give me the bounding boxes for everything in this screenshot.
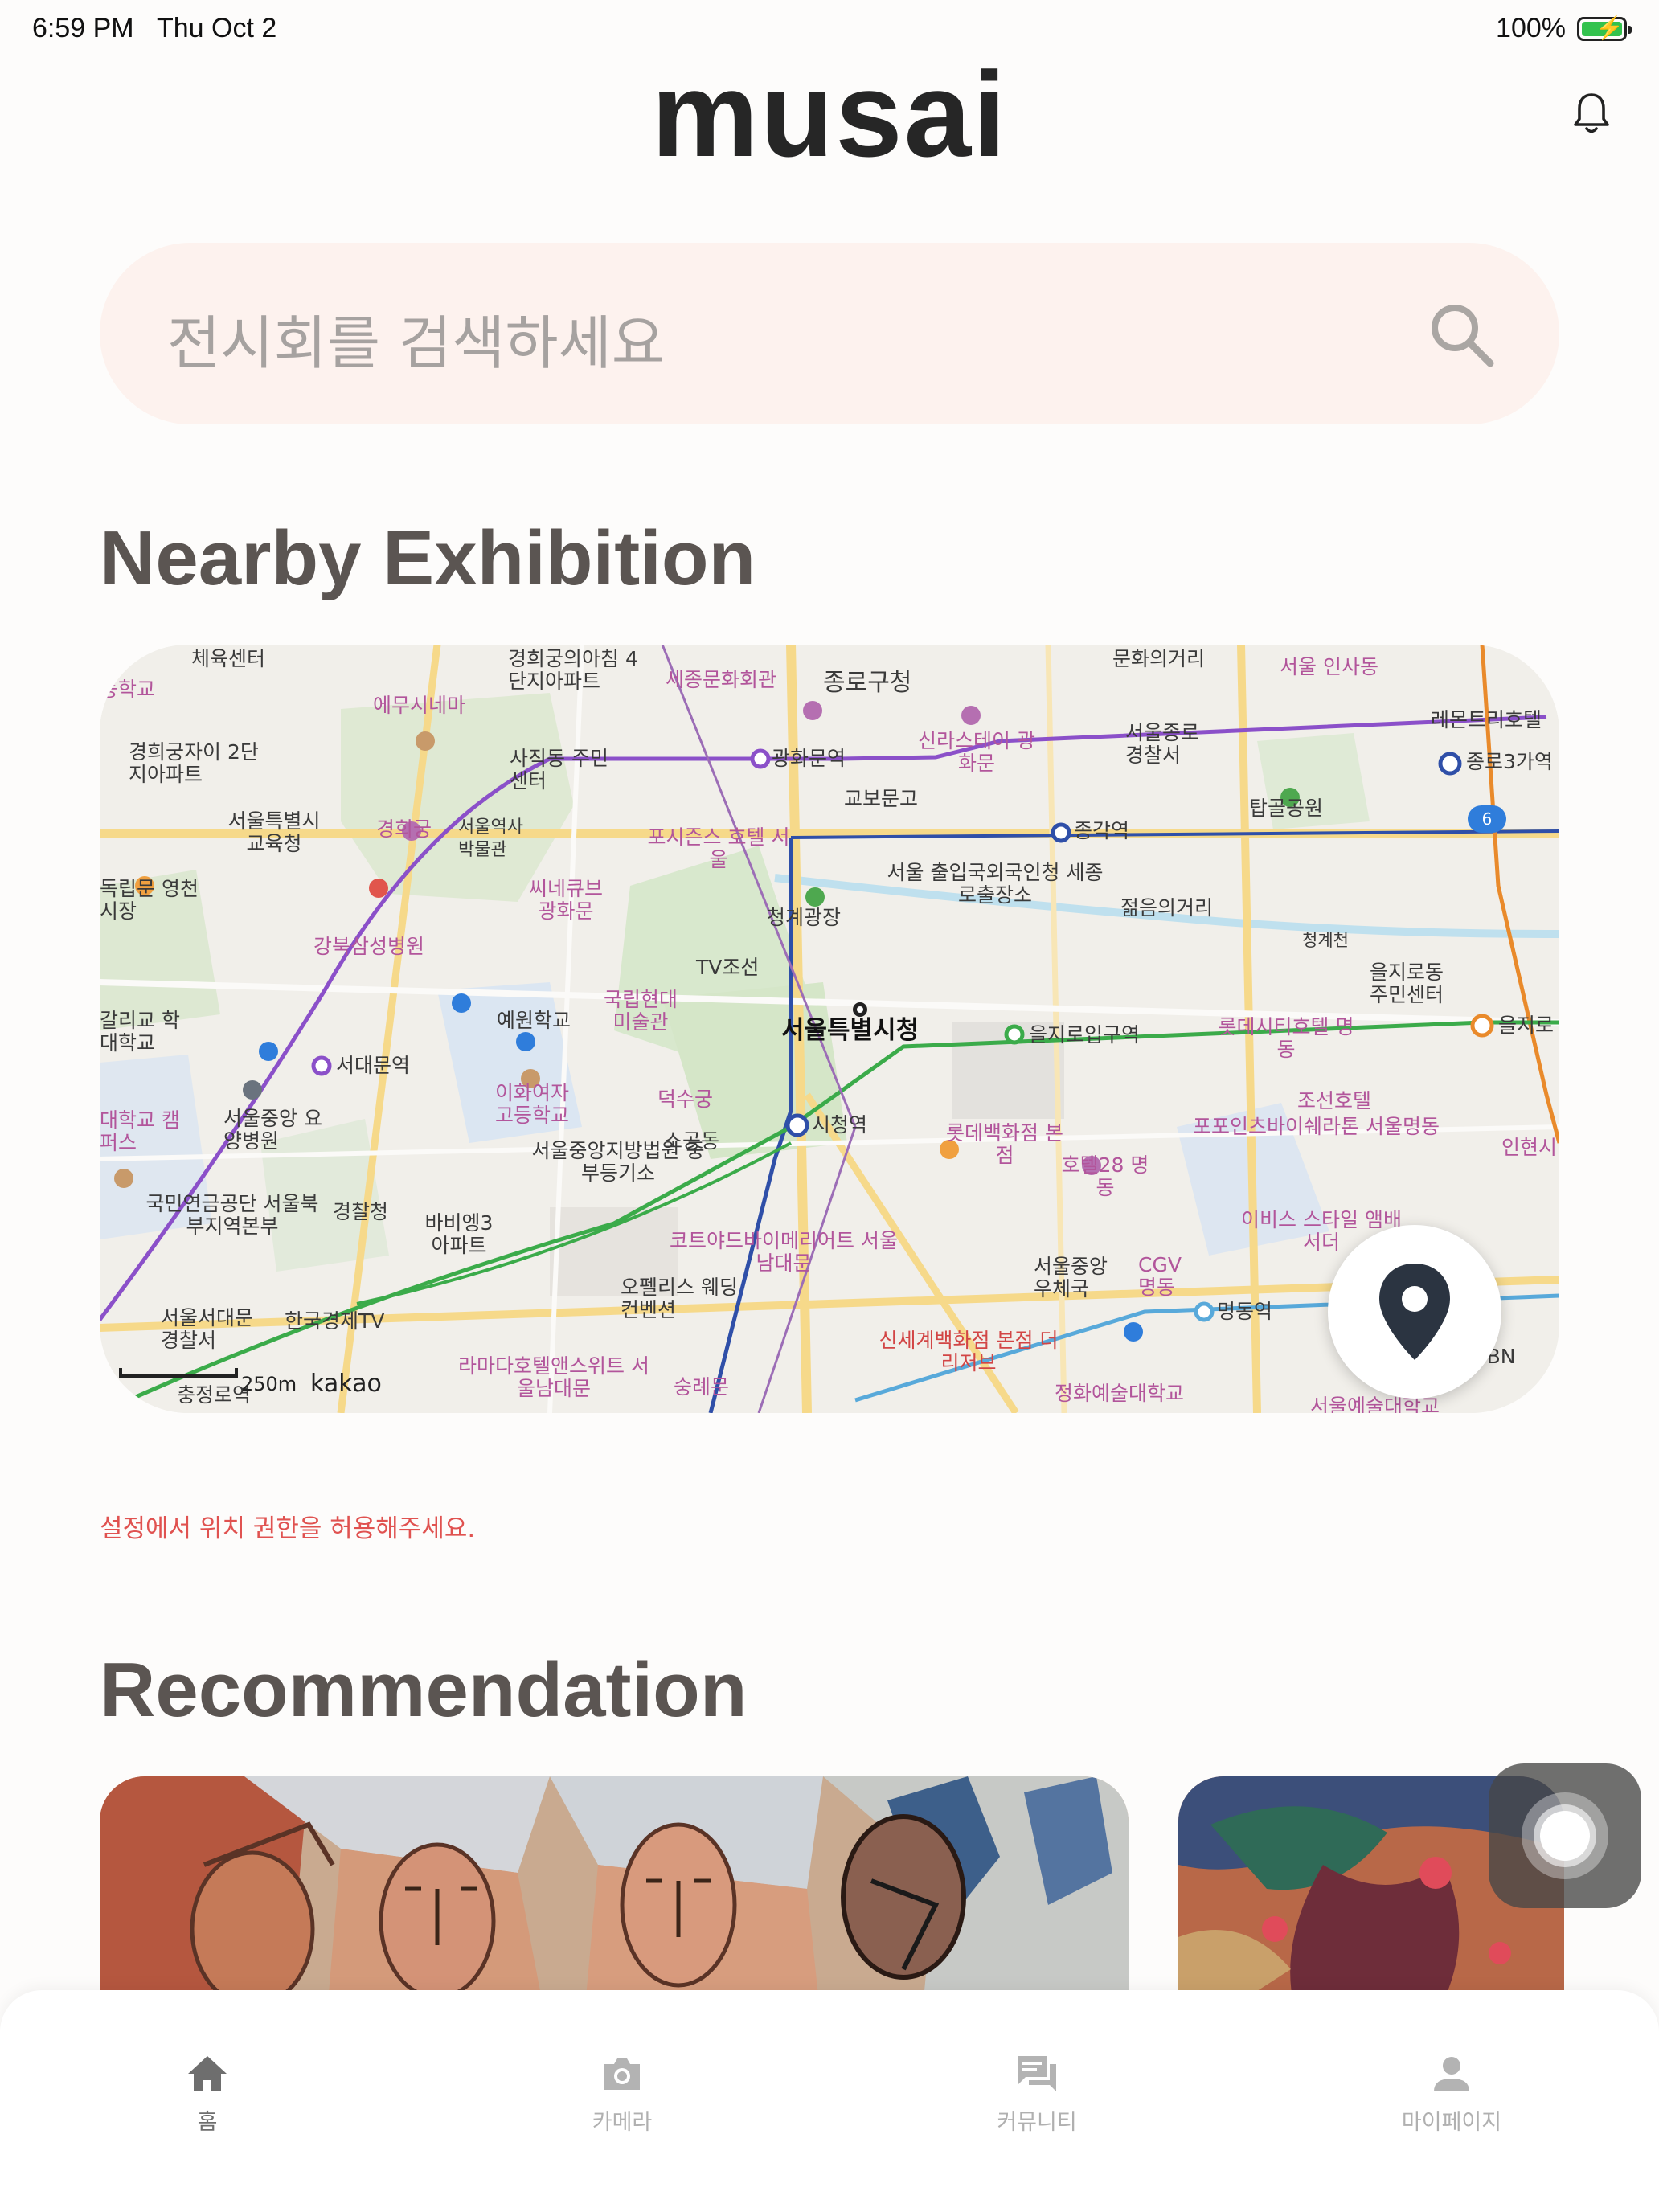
map-label: 등학교	[100, 678, 156, 701]
map-label: 숭례문	[674, 1375, 730, 1399]
map-label: 서울 출입국외국인청 세종로출장소	[887, 861, 1104, 907]
map-label: 인현시	[1501, 1136, 1558, 1159]
map-label: 신라스테이 광화문	[918, 729, 1035, 775]
map-label: 국민연금공단 서울북부지역본부	[145, 1192, 319, 1238]
map-label: 한국경제TV	[285, 1309, 385, 1333]
map-label: 롯데시티호텔 명동	[1218, 1015, 1354, 1061]
map-label: 경찰청	[333, 1200, 389, 1223]
map-label: 호텔28 명동	[1061, 1153, 1149, 1199]
status-right: 100% ⚡	[1496, 13, 1632, 44]
map-label: 에무시네마	[373, 694, 466, 717]
camera-icon	[604, 2058, 640, 2090]
battery-icon: ⚡	[1577, 15, 1632, 41]
map-label: 바비엥3 아파트	[424, 1211, 494, 1257]
search-icon[interactable]	[1426, 299, 1498, 371]
map-label: 정화예술대학교	[1055, 1382, 1185, 1405]
current-location-button[interactable]	[1328, 1225, 1501, 1399]
map-label: 종로구청	[823, 669, 912, 697]
map-label: 교보문고	[844, 787, 919, 810]
nearby-exhibition-title: Nearby Exhibition	[100, 515, 756, 601]
tab-label: 카메라	[592, 2110, 653, 2135]
location-pin-icon	[1379, 1264, 1450, 1360]
map-label: 서울서대문 경찰서	[161, 1306, 254, 1352]
map-label: 오펠리스 웨딩컨벤션	[621, 1276, 738, 1321]
map-label: 시청역	[812, 1113, 868, 1137]
tab-label: 홈	[197, 2110, 218, 2135]
map-label: 을지로동 주민센터	[1370, 961, 1444, 1006]
map-label: 젊음의거리	[1120, 896, 1214, 920]
map-label: 사직동 주민센터	[510, 747, 608, 793]
map-label: 대학교 캠퍼스	[100, 1108, 180, 1154]
map-label: 서울 인사동	[1280, 655, 1378, 678]
map-label: 갈리교 학대학교	[100, 1009, 180, 1055]
map-label: 레몬트리호텔	[1431, 708, 1542, 731]
tab-mypage[interactable]: 마이페이지	[1363, 2050, 1540, 2136]
location-permission-warning: 설정에서 위치 권한을 허용해주세요.	[100, 1514, 476, 1543]
map-label: 서대문역	[336, 1054, 411, 1077]
map-label: 명동역	[1217, 1300, 1273, 1323]
assistive-touch-button[interactable]	[1489, 1763, 1641, 1908]
map-label: 경희궁자이 2단지아파트	[129, 740, 259, 786]
map-label: 덕수궁	[657, 1088, 714, 1111]
map-label: 강북삼성병원	[313, 935, 425, 958]
map-label: 서울종로 경찰서	[1125, 721, 1200, 767]
search-bar[interactable]: 전시회를 검색하세요	[100, 243, 1559, 424]
map-label: 을지로입구역	[1029, 1023, 1141, 1047]
search-input[interactable]: 전시회를 검색하세요	[167, 296, 665, 380]
map-label: 종각역	[1074, 819, 1130, 842]
map-label: 서울특별시 교육청	[227, 809, 321, 855]
map-label: 세종문화회관	[666, 668, 777, 691]
tab-label: 마이페이지	[1401, 2110, 1502, 2135]
tab-label: 커뮤니티	[997, 2110, 1077, 2135]
map-label: 문화의거리	[1112, 647, 1206, 670]
map-label: 포시즌스 호텔 서울	[647, 825, 790, 871]
bottom-tab-bar: 홈 카메라 커뮤니티 마이페이지	[0, 1990, 1659, 2212]
map-label: 이화여자 고등학교	[494, 1081, 569, 1127]
map-label: 서울중앙지방법원 중부등기소	[531, 1139, 705, 1185]
map-label: 경희궁	[376, 817, 432, 841]
tab-camera[interactable]: 카메라	[534, 2050, 711, 2136]
battery-percent: 100%	[1496, 13, 1566, 43]
map-label: 씨네큐브 광화문	[528, 877, 603, 923]
map-label: 종로3가역	[1466, 750, 1553, 773]
chat-icon	[1018, 2056, 1056, 2091]
status-date: Thu Oct 2	[156, 13, 277, 43]
map-label: 롯데백화점 본점	[946, 1121, 1063, 1167]
map-label: 서울역사 박물관	[458, 817, 523, 860]
recommendation-title: Recommendation	[100, 1647, 748, 1733]
map-label: 포포인츠바이쉐라톤 서울명동	[1193, 1115, 1440, 1138]
home-icon	[188, 2056, 227, 2091]
map-label: 서울특별시청	[781, 1016, 920, 1045]
person-icon	[1434, 2057, 1469, 2091]
map-label: 예원학교	[497, 1009, 571, 1032]
map-label: 경희궁의아침 4단지아파트	[508, 647, 638, 693]
map-label: 체육센터	[191, 647, 266, 670]
app-title: musai	[651, 47, 1008, 182]
map-label: 서울중앙 우체국	[1034, 1255, 1108, 1301]
map-label: 서울중앙 요양병원	[223, 1107, 322, 1153]
map-label: TV조선	[696, 956, 760, 979]
map-scale-label: 250m	[241, 1373, 297, 1395]
status-time: 6:59 PM Thu Oct 2	[32, 13, 277, 43]
map-label: 충정로역	[177, 1383, 252, 1407]
map-label: 조선호텔	[1297, 1089, 1372, 1112]
map-label: 을지로	[1498, 1014, 1555, 1037]
map-label: 탑골공원	[1249, 797, 1324, 820]
map-label: 광화문역	[772, 747, 846, 770]
tab-home[interactable]: 홈	[119, 2050, 296, 2136]
map-label: 라마다호텔앤스위트 서울남대문	[458, 1354, 649, 1400]
notification-bell-icon[interactable]	[1572, 92, 1611, 137]
nearby-map[interactable]: 6 체육센터 경희궁의아침 4단지아파트 세종문화회관 종로구청 문화의거리 서…	[100, 645, 1559, 1413]
map-label: 국립현대 미술관	[603, 988, 678, 1034]
map-label: 청계천	[1302, 931, 1349, 950]
map-label: 독립문 영천시장	[100, 877, 199, 923]
map-label: 청계광장	[767, 906, 842, 929]
map-label: 신세계백화점 본점 더 리저브	[879, 1329, 1059, 1374]
svg-text:6: 6	[1482, 809, 1493, 829]
tab-community[interactable]: 커뮤니티	[948, 2050, 1125, 2136]
map-provider-label: kakao	[310, 1370, 382, 1398]
map-label: CGV 명동	[1138, 1253, 1182, 1299]
map-label: 코트야드바이메리어트 서울남대문	[670, 1229, 898, 1275]
